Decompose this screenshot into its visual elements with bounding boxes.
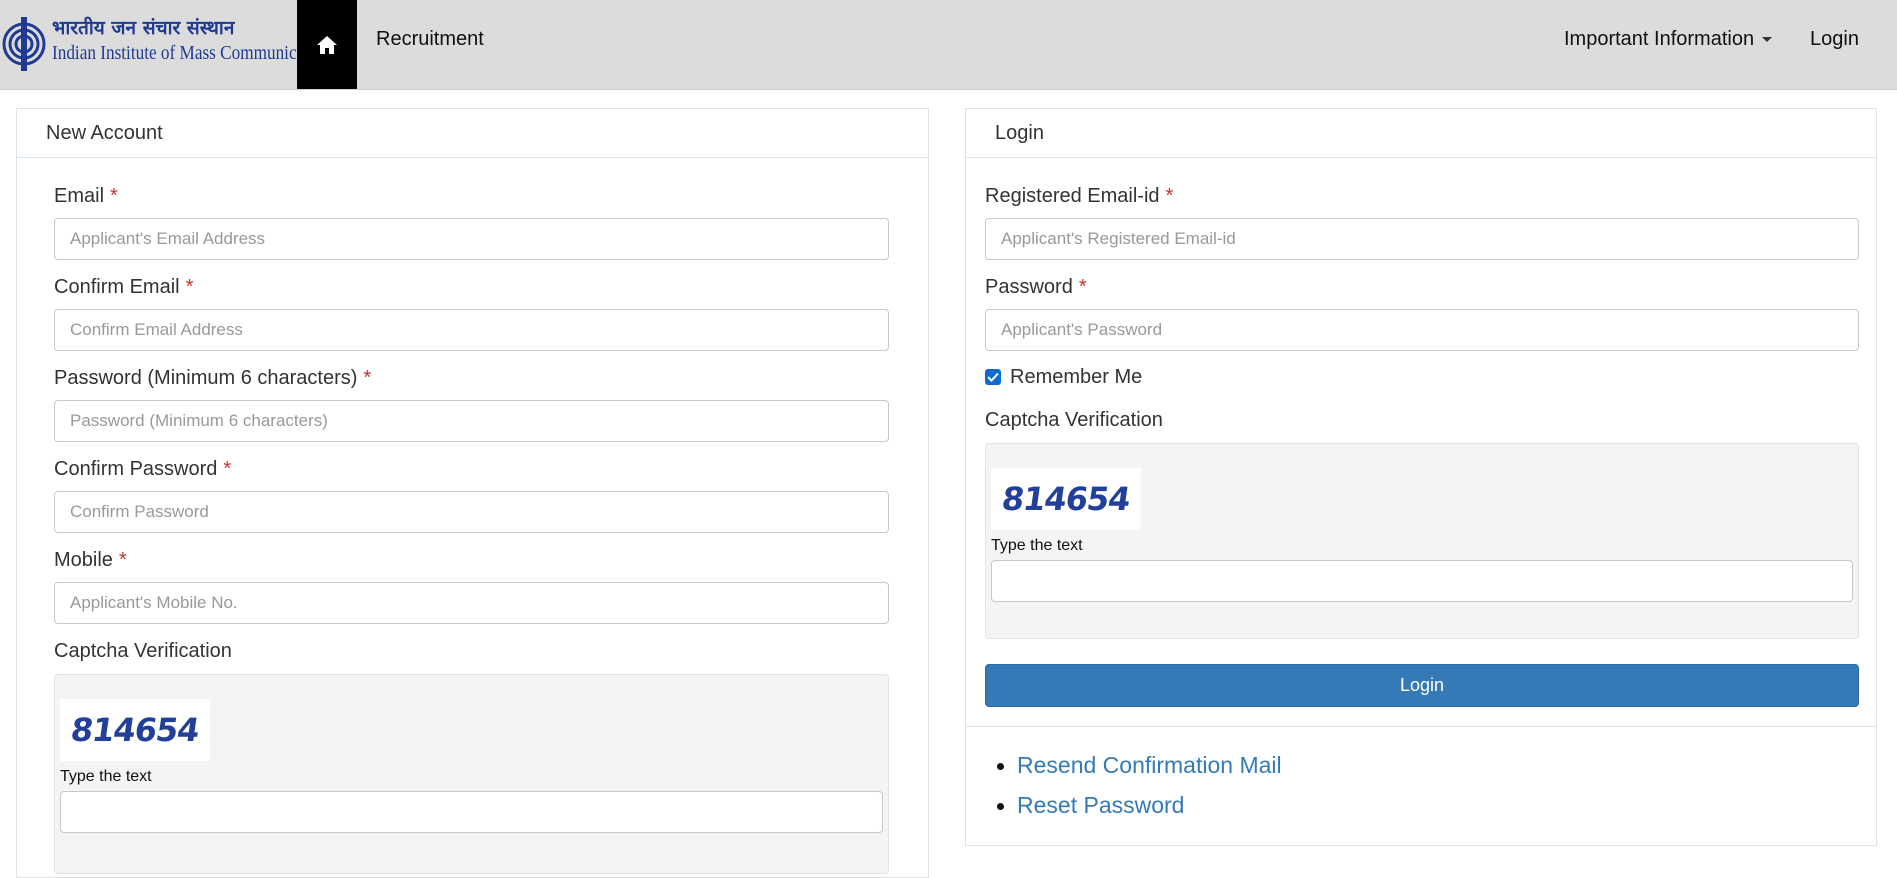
resend-confirmation-link[interactable]: Resend Confirmation Mail bbox=[997, 752, 1282, 779]
login-captcha-box: 814654 Type the text bbox=[985, 443, 1859, 639]
required-marker: * bbox=[1165, 185, 1174, 207]
iimc-logo[interactable]: भारतीय जन संचार संस्थान Indian Institute… bbox=[0, 0, 331, 89]
mobile-field[interactable] bbox=[54, 582, 889, 624]
emblem-icon bbox=[2, 17, 46, 71]
required-marker: * bbox=[110, 185, 118, 207]
home-icon bbox=[317, 35, 337, 54]
password-label: Password (Minimum 6 characters) * bbox=[54, 367, 371, 390]
captcha-image: 814654 bbox=[60, 699, 210, 761]
captcha-box: 814654 Type the text bbox=[54, 674, 889, 874]
required-marker: * bbox=[185, 276, 194, 298]
login-title: Login bbox=[995, 122, 1044, 144]
mobile-label-text: Mobile bbox=[54, 549, 113, 571]
captcha-verification-label: Captcha Verification bbox=[54, 640, 232, 662]
captcha-input[interactable] bbox=[60, 791, 883, 833]
new-account-header: New Account bbox=[17, 109, 928, 158]
required-marker: * bbox=[1078, 276, 1087, 298]
registered-email-label: Registered Email-id * bbox=[985, 185, 1173, 208]
login-captcha-image: 814654 bbox=[991, 468, 1141, 530]
bullet bbox=[997, 763, 1004, 770]
reset-password-label: Reset Password bbox=[1017, 792, 1185, 818]
login-captcha-hint: Type the text bbox=[991, 537, 1083, 554]
confirm-password-label-text: Confirm Password bbox=[54, 458, 218, 480]
nav-important-information[interactable]: Important Information bbox=[1564, 28, 1773, 51]
nav-login[interactable]: Login bbox=[1810, 28, 1859, 51]
confirm-email-label-text: Confirm Email bbox=[54, 276, 180, 298]
email-label: Email * bbox=[54, 185, 118, 208]
reset-password-link[interactable]: Reset Password bbox=[997, 792, 1185, 819]
captcha-hint: Type the text bbox=[60, 768, 152, 785]
remember-me-checkbox[interactable] bbox=[985, 369, 1001, 385]
checkmark-icon bbox=[987, 372, 999, 382]
confirm-password-field[interactable] bbox=[54, 491, 889, 533]
remember-me-label[interactable]: Remember Me bbox=[1010, 366, 1142, 389]
brand-english-name: Indian Institute of Mass Communication bbox=[52, 42, 331, 64]
login-captcha-input[interactable] bbox=[991, 560, 1853, 602]
new-account-title: New Account bbox=[46, 122, 163, 144]
nav-recruitment[interactable]: Recruitment bbox=[376, 28, 484, 51]
password-field[interactable] bbox=[54, 400, 889, 442]
login-password-label-text: Password bbox=[985, 276, 1073, 298]
login-header: Login bbox=[966, 109, 1876, 158]
home-button[interactable] bbox=[297, 0, 357, 89]
nav-important-information-label: Important Information bbox=[1564, 28, 1755, 50]
links-divider bbox=[965, 726, 1877, 727]
required-marker: * bbox=[223, 458, 232, 480]
email-field[interactable] bbox=[54, 218, 889, 260]
brand-hindi-name: भारतीय जन संचार संस्थान bbox=[52, 17, 235, 39]
required-marker: * bbox=[363, 367, 372, 389]
login-password-label: Password * bbox=[985, 276, 1087, 299]
required-marker: * bbox=[118, 549, 127, 571]
email-label-text: Email bbox=[54, 185, 105, 207]
login-captcha-code: 814654 bbox=[999, 480, 1133, 518]
confirm-email-field[interactable] bbox=[54, 309, 889, 351]
login-email-field[interactable] bbox=[985, 218, 1859, 260]
caret-down-icon bbox=[1762, 37, 1773, 43]
confirm-password-label: Confirm Password * bbox=[54, 458, 231, 481]
bullet bbox=[997, 803, 1004, 810]
password-label-text: Password (Minimum 6 characters) bbox=[54, 367, 358, 389]
resend-confirmation-label: Resend Confirmation Mail bbox=[1017, 752, 1282, 778]
login-button[interactable]: Login bbox=[985, 664, 1859, 707]
login-password-field[interactable] bbox=[985, 309, 1859, 351]
top-navbar: भारतीय जन संचार संस्थान Indian Institute… bbox=[0, 0, 1897, 90]
registered-email-label-text: Registered Email-id bbox=[985, 185, 1160, 207]
login-captcha-verification-label: Captcha Verification bbox=[985, 409, 1163, 431]
mobile-label: Mobile * bbox=[54, 549, 127, 572]
captcha-code: 814654 bbox=[68, 711, 202, 749]
confirm-email-label: Confirm Email * bbox=[54, 276, 193, 299]
